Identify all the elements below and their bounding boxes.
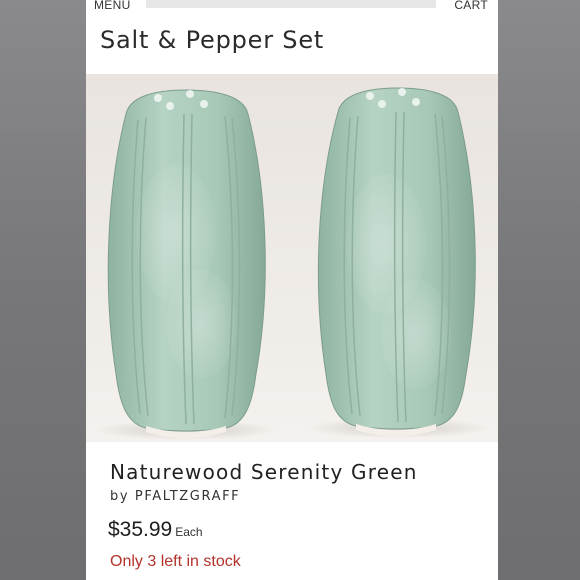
salt-shaker: [107, 89, 266, 438]
top-nav: MENU CART: [86, 0, 498, 14]
price-row: $35.99 Each: [108, 518, 203, 542]
price: $35.99: [108, 518, 173, 541]
search-bar[interactable]: [146, 0, 436, 8]
product-image: [86, 74, 498, 442]
page-title: Salt & Pepper Set: [100, 26, 325, 54]
menu-button[interactable]: MENU: [94, 0, 131, 12]
backdrop-left: [0, 0, 86, 580]
product-page: MENU CART Salt & Pepper Set Naturewood S…: [86, 0, 498, 580]
stock-status: Only 3 left in stock: [110, 553, 241, 570]
backdrop-right: [498, 0, 580, 580]
product-name: Naturewood Serenity Green: [110, 460, 418, 484]
pepper-shaker: [317, 87, 476, 436]
salt-pepper-shakers-illustration: [96, 87, 488, 440]
price-unit: Each: [175, 525, 203, 539]
cart-button[interactable]: CART: [454, 0, 488, 12]
brand-byline[interactable]: by PFALTZGRAFF: [110, 489, 240, 504]
